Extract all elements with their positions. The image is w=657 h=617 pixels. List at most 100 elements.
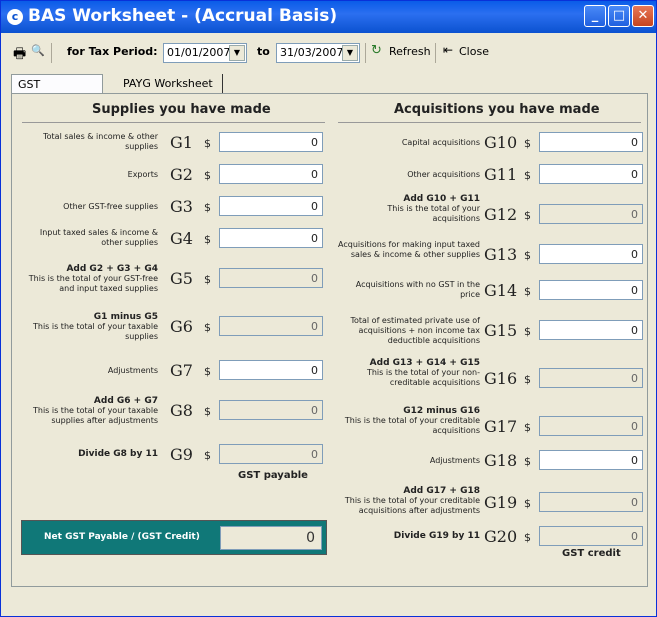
dollar-sign: $: [524, 249, 531, 262]
acquisitions-footer: GST credit: [562, 548, 621, 559]
code-g14: G14: [484, 281, 518, 300]
dollar-sign: $: [524, 325, 531, 338]
dollar-sign: $: [204, 365, 211, 378]
code-g20: G20: [484, 527, 518, 546]
acquisitions-row-label: Add G10 + G11 This is the total of your a…: [338, 194, 480, 224]
period-to-value: 31/03/2007: [280, 46, 344, 59]
row-description: Exports: [127, 170, 158, 179]
field-g18[interactable]: 0: [539, 450, 643, 470]
period-from-value: 01/01/2007: [167, 46, 231, 59]
tab-payg-worksheet[interactable]: PAYG Worksheet: [117, 74, 223, 94]
code-g5: G5: [170, 269, 193, 288]
code-g8: G8: [170, 401, 193, 420]
code-g3: G3: [170, 197, 193, 216]
dollar-sign: $: [204, 137, 211, 150]
dollar-sign: $: [524, 531, 531, 544]
code-g17: G17: [484, 417, 518, 436]
dollar-sign: $: [524, 169, 531, 182]
field-g9: 0: [219, 444, 323, 464]
dollar-sign: $: [204, 449, 211, 462]
close-button[interactable]: Close: [459, 45, 489, 58]
dollar-sign: $: [204, 405, 211, 418]
chevron-down-icon[interactable]: ▼: [342, 45, 358, 61]
dollar-sign: $: [524, 209, 531, 222]
row-description: Other GST-free supplies: [63, 202, 158, 211]
supplies-row-label: Other GST-free supplies: [22, 202, 158, 212]
field-g8: 0: [219, 400, 323, 420]
close-window-button[interactable]: ✕: [632, 5, 654, 27]
field-g16: 0: [539, 368, 643, 388]
row-description: This is the total of your GST-free and i…: [28, 274, 158, 293]
acquisitions-row-label: Acquisitions with no GST in the price: [338, 280, 480, 300]
field-g7[interactable]: 0: [219, 360, 323, 380]
field-g2[interactable]: 0: [219, 164, 323, 184]
row-description: Adjustments: [107, 366, 158, 375]
period-to-select[interactable]: 31/03/2007 ▼: [276, 43, 360, 63]
net-gst-value: 0: [220, 526, 322, 550]
field-g10[interactable]: 0: [539, 132, 643, 152]
code-g13: G13: [484, 245, 518, 264]
row-formula: Divide G8 by 11: [78, 449, 158, 459]
supplies-divider: [22, 122, 325, 123]
field-g3[interactable]: 0: [219, 196, 323, 216]
row-description: Acquisitions for making input taxed sale…: [338, 240, 480, 259]
field-g15[interactable]: 0: [539, 320, 643, 340]
dollar-sign: $: [204, 201, 211, 214]
net-gst-bar: Net GST Payable / (GST Credit) 0: [21, 520, 327, 555]
row-formula: G12 minus G16: [403, 406, 480, 416]
acquisitions-row-label: Acquisitions for making input taxed sale…: [338, 240, 480, 260]
acquisitions-row-label: Divide G19 by 11: [338, 531, 480, 541]
code-g12: G12: [484, 205, 518, 224]
supplies-row-label: Total sales & income & other supplies: [22, 132, 158, 152]
field-g5: 0: [219, 268, 323, 288]
field-g19: 0: [539, 492, 643, 512]
field-g11[interactable]: 0: [539, 164, 643, 184]
supplies-row-label: Add G2 + G3 + G4 This is the total of you…: [22, 264, 158, 294]
field-g4[interactable]: 0: [219, 228, 323, 248]
supplies-footer: GST payable: [238, 470, 308, 481]
dollar-sign: $: [204, 233, 211, 246]
tab-gst-worksheet[interactable]: GST Worksheet: [11, 74, 103, 104]
row-formula: Add G6 + G7: [93, 396, 158, 406]
close-icon[interactable]: ⇤: [443, 43, 453, 57]
maximize-button[interactable]: □: [608, 5, 630, 27]
toolbar-separator: [365, 43, 366, 63]
period-from-select[interactable]: 01/01/2007 ▼: [163, 43, 247, 63]
dollar-sign: $: [204, 321, 211, 334]
print-preview-icon[interactable]: 🔍: [31, 44, 45, 57]
chevron-down-icon[interactable]: ▼: [229, 45, 245, 61]
acquisitions-row-label: G12 minus G16 This is the total of your c…: [338, 406, 480, 436]
field-g14[interactable]: 0: [539, 280, 643, 300]
dollar-sign: $: [524, 455, 531, 468]
minimize-button[interactable]: _: [584, 5, 606, 27]
gst-worksheet-panel: Supplies you have made Acquisitions you …: [11, 93, 648, 587]
row-description: Adjustments: [429, 456, 480, 465]
dollar-sign: $: [524, 373, 531, 386]
app-icon: c: [7, 9, 23, 25]
row-description: This is the total of your taxable suppli…: [32, 322, 158, 341]
field-g17: 0: [539, 416, 643, 436]
field-g1[interactable]: 0: [219, 132, 323, 152]
acquisitions-row-label: Total of estimated private use of acquis…: [338, 316, 480, 346]
row-description: Acquisitions with no GST in the price: [355, 280, 480, 299]
row-formula: Add G2 + G3 + G4: [66, 264, 158, 274]
row-description: Capital acquisitions: [401, 138, 480, 147]
refresh-icon[interactable]: ↻: [371, 43, 382, 58]
title-bar[interactable]: c BAS Worksheet - (Accrual Basis) _ □ ✕: [1, 1, 656, 33]
row-description: This is the total of your taxable suppli…: [32, 406, 158, 425]
acquisitions-row-label: Add G17 + G18 This is the total of your c…: [338, 486, 480, 516]
field-g20: 0: [539, 526, 643, 546]
supplies-row-label: Adjustments: [22, 366, 158, 376]
refresh-button[interactable]: Refresh: [389, 45, 431, 58]
field-g13[interactable]: 0: [539, 244, 643, 264]
code-g18: G18: [484, 451, 518, 470]
printer-icon[interactable]: 🖶: [13, 43, 26, 67]
net-gst-label: Net GST Payable / (GST Credit): [44, 532, 200, 542]
code-g15: G15: [484, 321, 518, 340]
dollar-sign: $: [524, 421, 531, 434]
row-formula: Add G10 + G11: [403, 194, 480, 204]
dollar-sign: $: [524, 285, 531, 298]
field-g6: 0: [219, 316, 323, 336]
row-description: This is the total of your creditable acq…: [344, 416, 480, 435]
acquisitions-row-label: Capital acquisitions: [338, 138, 480, 148]
